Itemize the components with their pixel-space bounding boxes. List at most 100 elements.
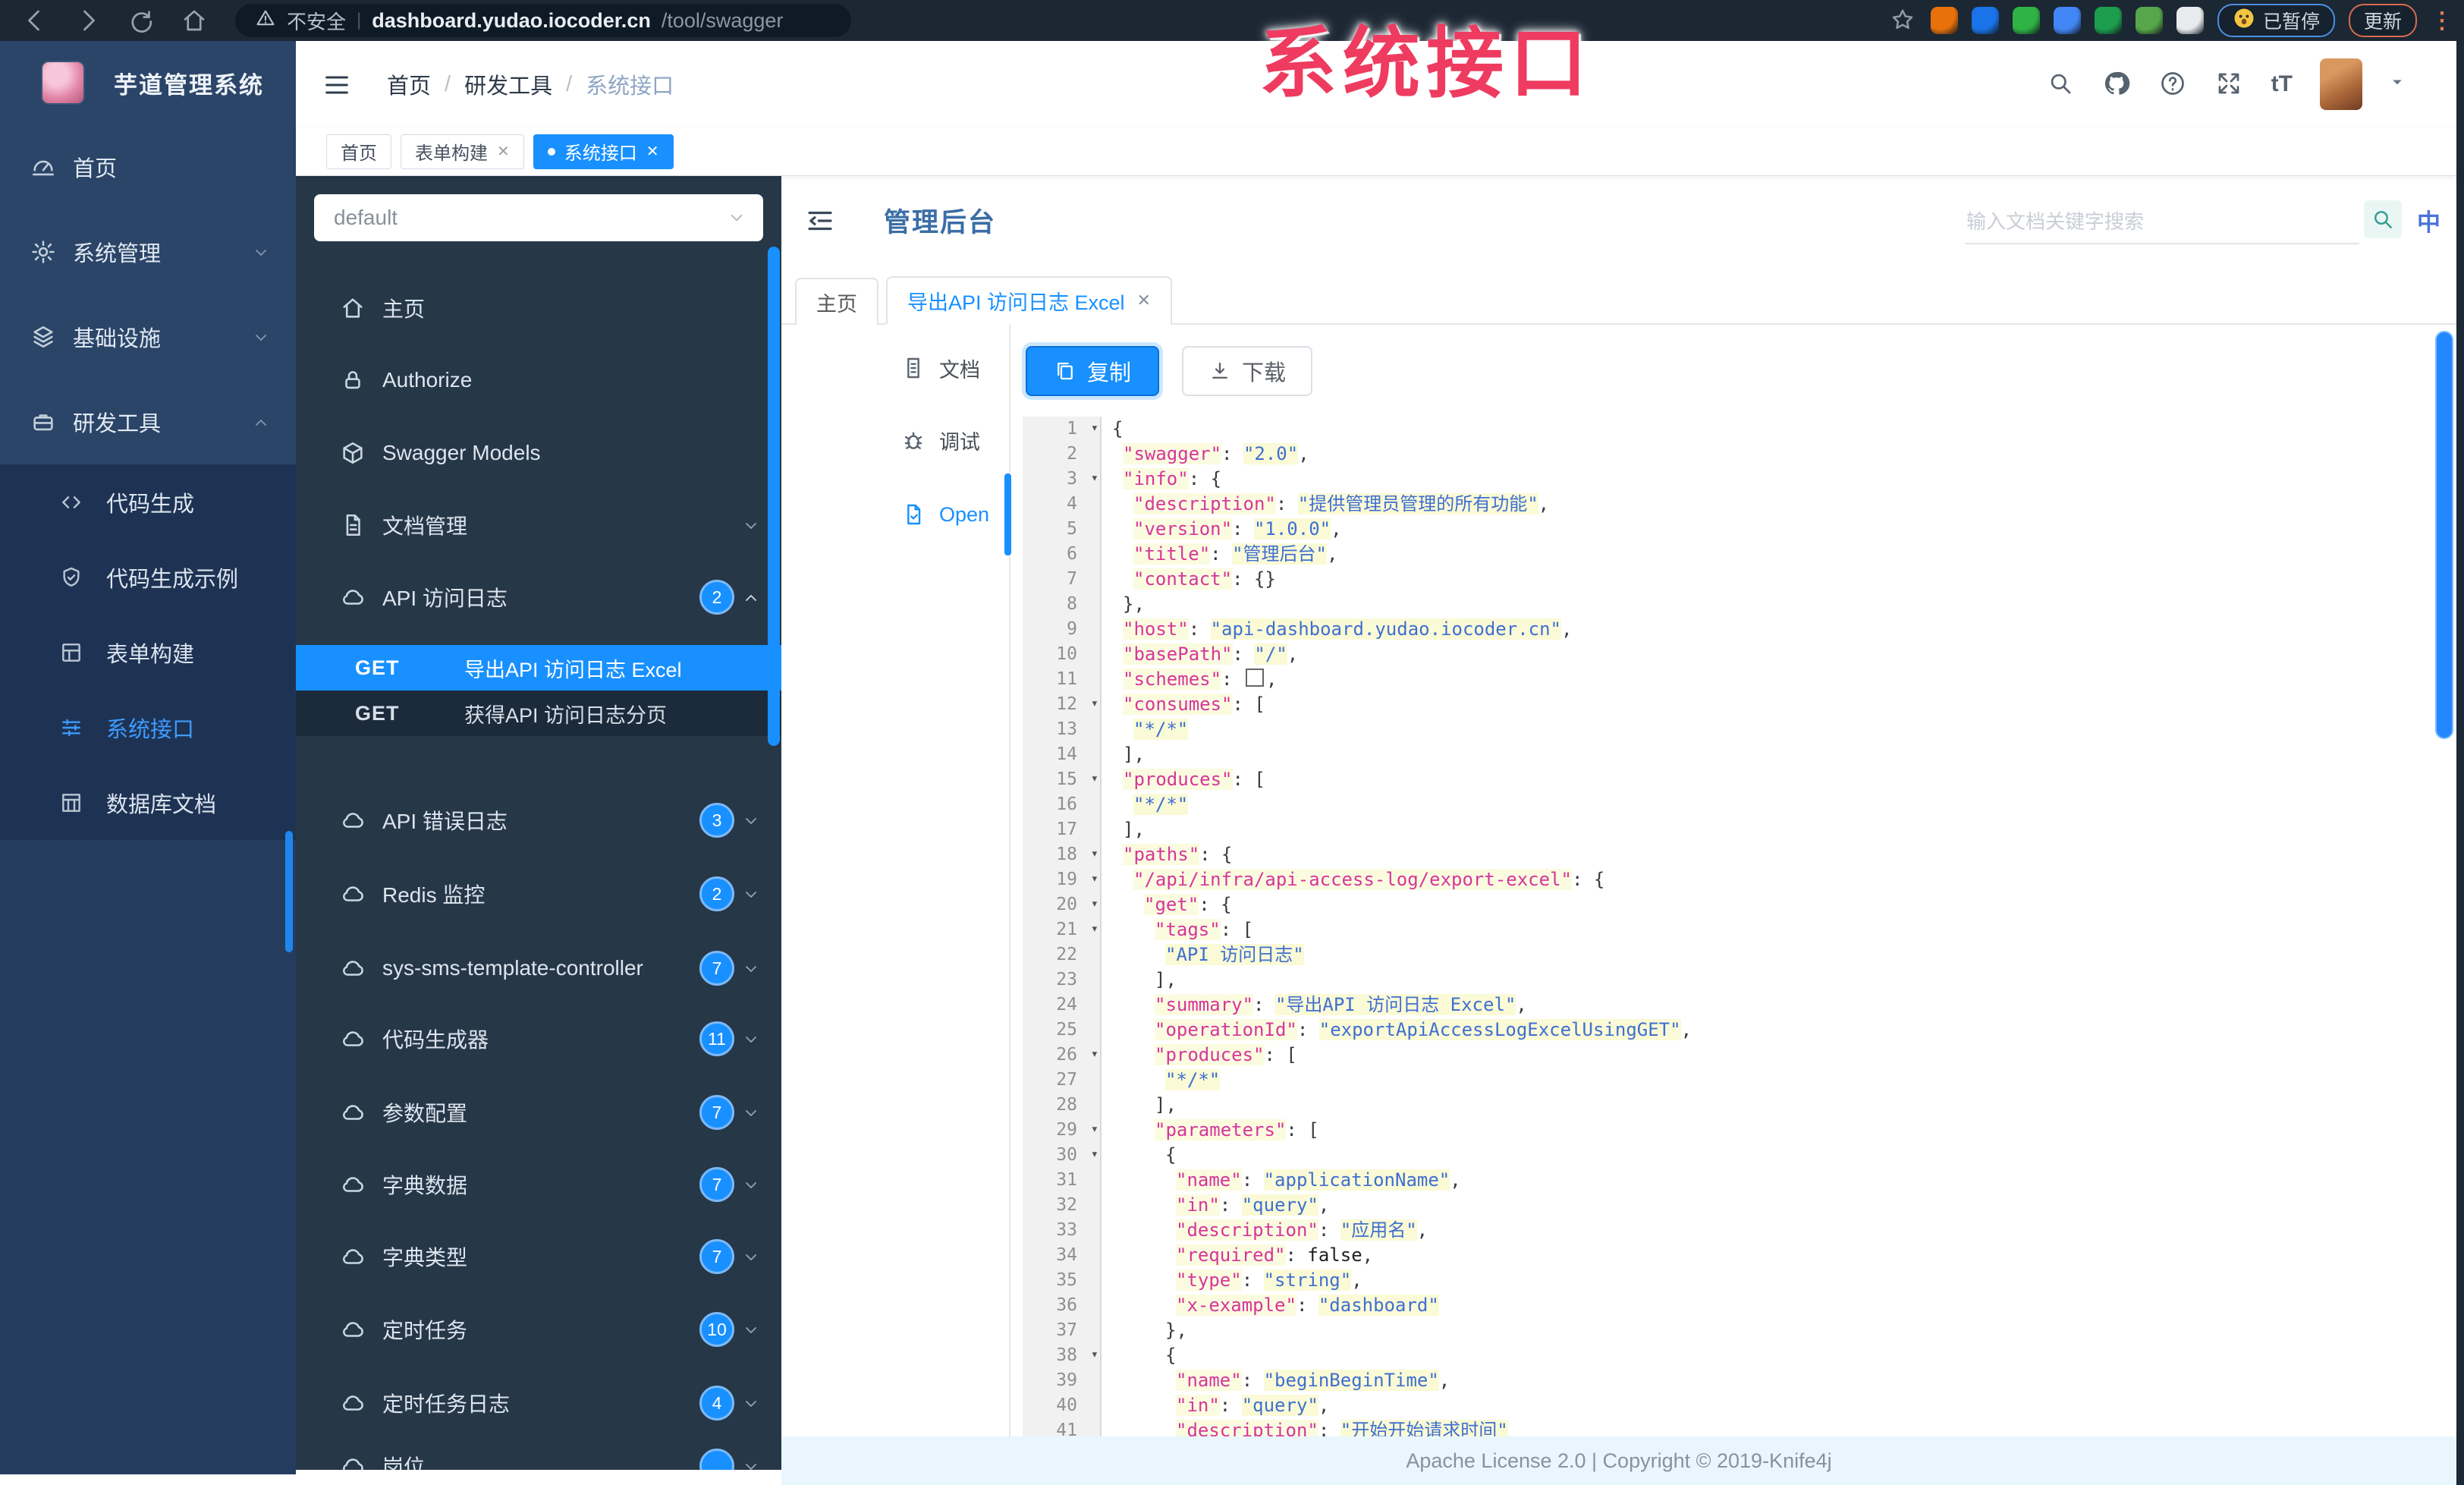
endpoint-1[interactable]: GET 获得API 访问日志分页 [296,691,781,736]
doc-tab-1[interactable]: 导出API 访问日志 Excel ✕ [886,276,1172,325]
extension-green-circle-icon[interactable] [2012,7,2040,34]
question-icon[interactable] [2159,70,2188,99]
fold-toggle-icon[interactable]: ▾ [1091,892,1098,917]
sidebar-subitem-4[interactable]: 数据库文档 [0,765,296,840]
panel-nav-Open[interactable]: Open [781,496,1009,533]
collapse-menu-icon[interactable] [804,205,836,237]
doc-search-input[interactable] [1965,199,2362,244]
extension-leaf-icon[interactable] [2135,7,2163,34]
fold-toggle-icon[interactable]: ▾ [1091,917,1098,942]
tag-1[interactable]: 表单构建 ✕ [401,134,524,169]
sidebar-item-1[interactable]: 系统管理 [0,209,296,294]
extension-blue-drop-icon[interactable] [1971,7,1999,34]
doc-search-button[interactable] [2364,200,2402,238]
font-size-icon[interactable]: tT [2271,71,2293,97]
search-icon[interactable] [2047,70,2076,99]
lock-icon [345,371,360,389]
breadcrumb-item[interactable]: 首页 [387,68,431,100]
code-line: 21 ▾ "tags": [ [1023,917,2437,942]
breadcrumb-item[interactable]: 研发工具 [464,68,552,100]
tag-0[interactable]: 首页 [326,134,391,169]
extension-git-icon[interactable] [2094,7,2122,34]
address-bar[interactable]: 不安全 | dashboard.yudao.iocoder.cn/tool/sw… [235,4,851,37]
fold-toggle-icon[interactable]: ▾ [1091,691,1098,716]
language-toggle[interactable]: 中 [2417,203,2440,238]
bookmark-star-icon[interactable] [1890,7,1917,34]
fold-toggle-icon[interactable]: ▾ [1091,417,1098,441]
doc-search [1965,199,2362,244]
fold-toggle-icon[interactable]: ▾ [1091,1042,1098,1067]
controller-6[interactable]: 字典类型 7 [296,1238,781,1275]
download-button[interactable]: 下载 [1182,346,1312,396]
fold-toggle-icon[interactable]: ▾ [1091,766,1098,791]
close-icon[interactable]: ✕ [646,142,659,161]
caret-down-icon[interactable] [2390,74,2405,94]
fold-toggle-icon[interactable]: ▾ [1091,1142,1098,1167]
sidebar-subitem-1[interactable]: 代码生成示例 [0,540,296,615]
controller-7[interactable]: 定时任务 10 [296,1311,781,1348]
fullscreen-icon[interactable] [2215,70,2244,99]
logo-row[interactable]: 芋道管理系统 [0,41,296,124]
extension-puzzle-icon[interactable] [2176,7,2204,34]
close-icon[interactable]: ✕ [1137,291,1151,310]
code-line: 7 "contact": {} [1023,567,2437,592]
copy-icon [1058,362,1073,380]
stack-icon [33,326,53,348]
sidebar-item-0[interactable]: 首页 [0,124,296,209]
back-icon[interactable] [21,7,49,34]
controller-8[interactable]: 定时任务日志 4 [296,1385,781,1421]
copy-button[interactable]: 复制 [1026,346,1159,396]
sidebar-subitem-0[interactable]: 代码生成 [0,464,296,540]
doc-item-2[interactable]: Swagger Models [296,435,781,471]
extension-orange-icon[interactable] [1930,7,1958,34]
panel-nav-调试[interactable]: 调试 [781,422,1009,458]
sidebar-subitem-2[interactable]: 表单构建 [0,615,296,690]
empty-array-box[interactable] [1245,669,1264,687]
controller-2[interactable]: sys-sms-template-controller 7 [296,950,781,986]
controller-3[interactable]: 代码生成器 11 [296,1021,781,1057]
reload-icon[interactable] [127,7,155,34]
code-editor[interactable]: 1 ▾ { 2 "swagger": "2.0", 3 ▾ "info": { 4 … [1023,417,2437,1436]
fold-toggle-icon[interactable]: ▾ [1091,867,1098,892]
chevron-down [746,1110,756,1116]
controller-4[interactable]: 参数配置 7 [296,1094,781,1131]
sidebar-item-3[interactable]: 研发工具 [0,379,296,464]
cloud-icon [343,1322,363,1337]
controller-9[interactable]: 岗位 [296,1448,781,1470]
controller-1[interactable]: Redis 监控 2 [296,876,781,912]
extension-blue-grid-icon[interactable] [2053,7,2081,34]
avatar[interactable] [2320,58,2362,110]
page-scrollbar-thumb[interactable] [2435,331,2453,739]
code-line: 5 "version": "1.0.0", [1023,517,2437,542]
sidebar-item-2[interactable]: 基础设施 [0,294,296,379]
sidebar-subitem-3[interactable]: 系统接口 [0,690,296,765]
doc-tab-0[interactable]: 主页 [795,278,878,325]
doc-item-1[interactable]: Authorize [296,362,781,398]
tag-2[interactable]: 系统接口 ✕ [533,134,674,169]
fold-toggle-icon[interactable]: ▾ [1091,1117,1098,1142]
sidebar-scrollbar-thumb[interactable] [285,831,293,952]
github-icon[interactable] [2103,70,2132,99]
code-line: 3 ▾ "info": { [1023,467,2437,492]
panel-nav-文档[interactable]: 文档 [781,350,1009,386]
api-group-select[interactable]: default [314,194,763,241]
doc-item-0[interactable]: 主页 [296,290,781,326]
code-line: 37 }, [1023,1318,2437,1343]
forward-icon[interactable] [74,7,102,34]
forward-icon [83,10,95,31]
home-icon[interactable] [181,7,208,34]
close-icon[interactable]: ✕ [497,142,510,161]
controller-0[interactable]: API 错误日志 3 [296,802,781,838]
hamburger-icon[interactable] [322,70,352,100]
fold-toggle-icon[interactable]: ▾ [1091,842,1098,867]
fold-toggle-icon[interactable]: ▾ [1091,1342,1098,1367]
paused-badge[interactable]: 已暂停 [2217,4,2335,37]
controller-5[interactable]: 字典数据 7 [296,1166,781,1203]
browser-menu-icon[interactable]: ⋮ [2431,8,2453,34]
update-button[interactable]: 更新 [2348,4,2417,37]
doc-scrollbar-thumb[interactable] [768,247,780,746]
doc-item-4[interactable]: API 访问日志 2 [296,579,781,615]
endpoint-0[interactable]: GET 导出API 访问日志 Excel [296,645,781,691]
doc-item-3[interactable]: 文档管理 [296,507,781,543]
fold-toggle-icon[interactable]: ▾ [1091,466,1098,491]
